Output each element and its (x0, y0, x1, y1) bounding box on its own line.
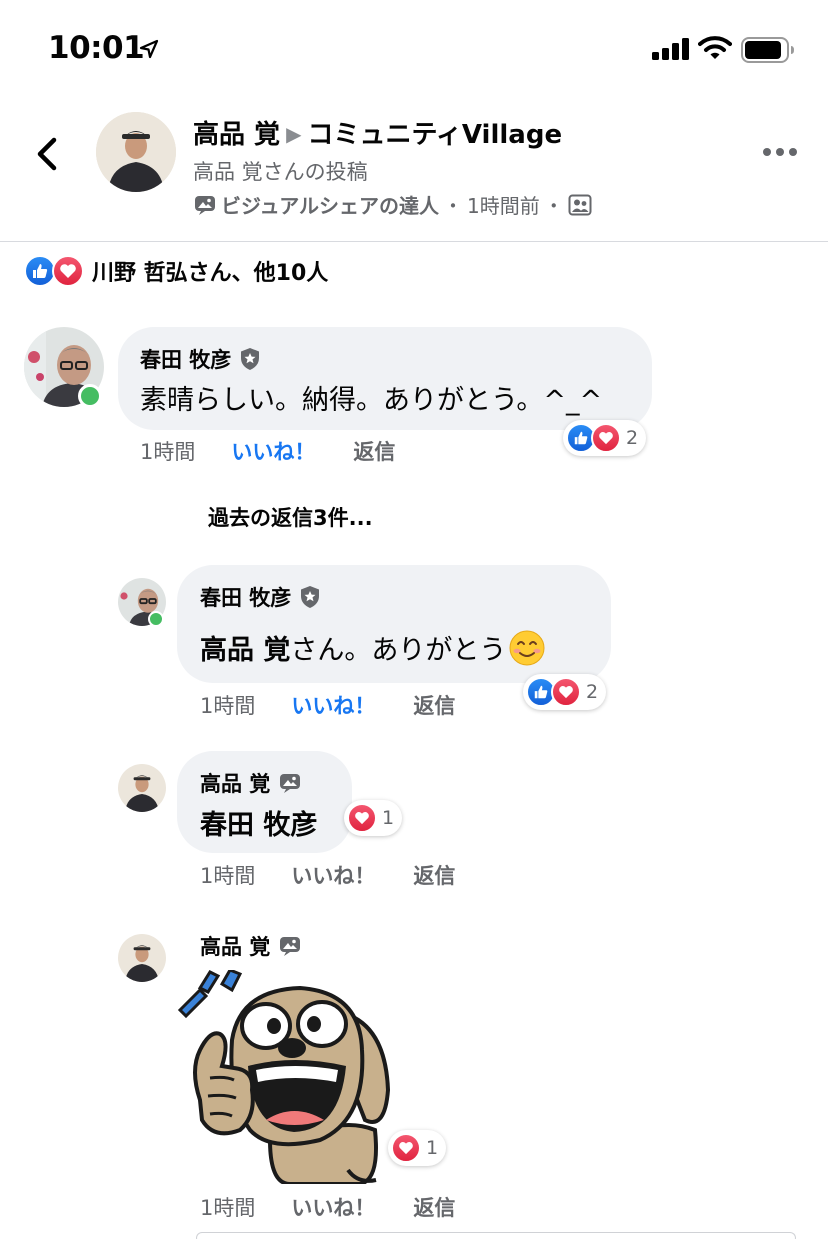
online-status-indicator (78, 384, 102, 408)
comment-reactions[interactable]: 2 (563, 420, 647, 456)
reply-reactions[interactable]: 2 (523, 674, 607, 710)
location-arrow-icon (139, 39, 159, 59)
reply-actions: 1時間 いいね！ 返信 (200, 860, 455, 890)
reply-author-name[interactable]: 春田 牧彦 (200, 582, 291, 612)
reply-author-avatar[interactable] (118, 764, 166, 812)
like-button[interactable]: いいね！ (291, 860, 375, 890)
like-button[interactable]: いいね！ (231, 436, 315, 466)
reply-text: 高品 覚 さん。ありがとう (200, 628, 546, 667)
visual-storyteller-badge-icon (280, 774, 301, 793)
reply-button[interactable]: 返信 (353, 436, 395, 466)
reply-button[interactable]: 返信 (413, 1192, 455, 1222)
visual-storyteller-badge-icon (280, 937, 301, 956)
comment-author-name[interactable]: 春田 牧彦 (140, 344, 231, 374)
status-time: 10:01 (48, 30, 145, 66)
reaction-count: 1 (426, 1137, 439, 1159)
wifi-icon (698, 36, 732, 59)
post-meta: ビジュアルシェアの達人 ・ 1時間前 ・ (193, 190, 592, 219)
reply-author[interactable]: 春田 牧彦 (200, 582, 321, 612)
group-name-link[interactable]: コミュニティVillage (307, 120, 562, 150)
reactions-summary-text: 川野 哲弘さん、他10人 (92, 261, 329, 286)
like-button[interactable]: いいね！ (291, 690, 375, 720)
reply-author-name[interactable]: 高品 覚 (200, 768, 270, 798)
reply-text-body: さん。ありがとう (290, 635, 507, 666)
reply-composer-edge[interactable] (196, 1232, 796, 1239)
battery-icon (741, 37, 794, 63)
smiling-face-emoji-icon (508, 629, 546, 667)
admin-shield-icon (241, 348, 260, 370)
reply-time: 1時間 (200, 1196, 256, 1220)
reactions-summary[interactable]: 川野 哲弘さん、他10人 (24, 254, 328, 288)
group-privacy-icon (568, 194, 592, 215)
mention-link[interactable]: 春田 牧彦 (200, 803, 317, 842)
view-previous-replies-link[interactable]: 過去の返信3件... (208, 502, 373, 532)
author-name-link[interactable]: 高品 覚 (193, 120, 280, 150)
back-chevron-icon[interactable] (30, 134, 66, 174)
reply-reactions[interactable]: 1 (344, 800, 403, 836)
love-reaction-icon (347, 803, 377, 833)
comment-time: 1時間 (140, 440, 196, 464)
more-options-icon[interactable] (762, 146, 798, 158)
comment-author[interactable]: 春田 牧彦 (140, 344, 261, 374)
post-subtitle: 高品 覚さんの投稿 (193, 160, 368, 184)
reply-button[interactable]: 返信 (413, 860, 455, 890)
love-reaction-icon (52, 255, 84, 287)
author-avatar[interactable] (96, 112, 176, 192)
love-reaction-icon (551, 677, 581, 707)
reply-button[interactable]: 返信 (413, 690, 455, 720)
post-time: 1時間前 (467, 194, 540, 218)
reply-time: 1時間 (200, 864, 256, 888)
mention-link[interactable]: 高品 覚 (200, 628, 290, 667)
reply-author[interactable]: 高品 覚 (200, 931, 302, 961)
reply-reactions[interactable]: 1 (388, 1130, 447, 1166)
cellular-signal-icon (652, 38, 689, 60)
comment-actions: 1時間 いいね！ 返信 (140, 436, 395, 466)
reaction-count: 2 (586, 681, 599, 703)
like-button[interactable]: いいね！ (291, 1192, 375, 1222)
reply-author-avatar[interactable] (118, 934, 166, 982)
comment-text: 素晴らしい。納得。ありがとう。^_^ (140, 385, 603, 416)
online-status-indicator (148, 611, 164, 627)
reply-actions: 1時間 いいね！ 返信 (200, 690, 455, 720)
badge-label: ビジュアルシェアの達人 (221, 194, 439, 218)
reply-time: 1時間 (200, 694, 256, 718)
post-header: 高品 覚 ▶ コミュニティVillage 高品 覚さんの投稿 ビジュアルシェアの達人… (0, 96, 828, 242)
love-reaction-icon (591, 423, 621, 453)
status-bar: 10:01 (0, 0, 828, 96)
post-title: 高品 覚 ▶ コミュニティVillage (193, 114, 562, 151)
reply-author-name[interactable]: 高品 覚 (200, 931, 270, 961)
meta-separator: ・ (443, 194, 463, 218)
share-arrow-icon: ▶ (286, 122, 302, 146)
reaction-count: 2 (626, 427, 639, 449)
love-reaction-icon (391, 1133, 421, 1163)
reply-actions: 1時間 いいね！ 返信 (200, 1192, 455, 1222)
reply-author[interactable]: 高品 覚 (200, 768, 302, 798)
reaction-count: 1 (382, 807, 395, 829)
admin-shield-icon (301, 586, 320, 608)
visual-storyteller-badge-icon (195, 195, 215, 215)
thumbs-up-dog-sticker[interactable] (170, 970, 400, 1184)
meta-separator: ・ (543, 194, 564, 218)
